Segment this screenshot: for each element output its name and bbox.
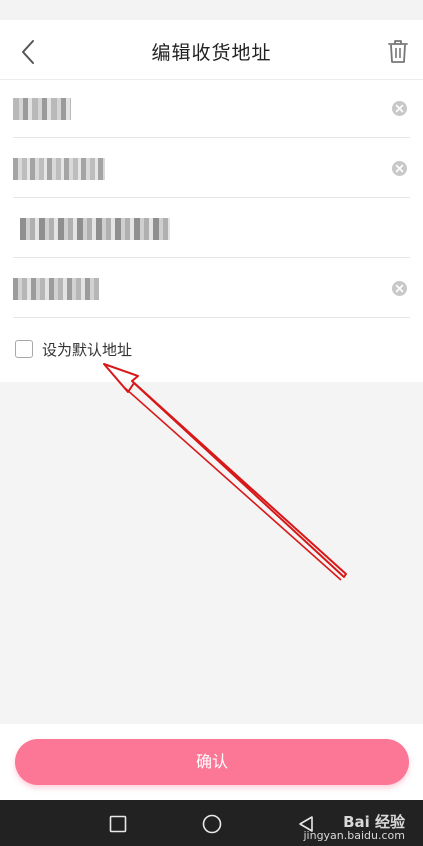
system-navigation-bar: Bai 经验 jingyan.baidu.com [0, 800, 423, 846]
clear-icon [395, 164, 404, 173]
empty-content-area [0, 382, 423, 724]
delete-address-button[interactable] [385, 36, 411, 66]
region-field[interactable] [0, 200, 423, 258]
field-divider [13, 317, 410, 318]
top-bar: 编辑收货地址 [0, 20, 423, 80]
clear-recipient-button[interactable] [392, 101, 407, 116]
field-divider [13, 137, 410, 138]
clear-icon [395, 104, 404, 113]
watermark-url: jingyan.baidu.com [303, 829, 405, 842]
home-button[interactable] [200, 812, 224, 836]
watermark: Bai 经验 jingyan.baidu.com [303, 813, 405, 843]
bottom-action-bar: 确认 [0, 724, 423, 800]
status-bar [0, 0, 423, 20]
circle-icon [202, 814, 222, 834]
redacted-text [13, 98, 71, 120]
field-divider [13, 257, 410, 258]
page-title: 编辑收货地址 [151, 42, 272, 64]
clear-phone-button[interactable] [392, 161, 407, 176]
default-address-row[interactable]: 设为默认地址 [0, 328, 423, 370]
default-address-label[interactable]: 设为默认地址 [42, 339, 132, 360]
recent-apps-button[interactable] [106, 812, 130, 836]
redacted-text [13, 158, 105, 180]
clear-detail-address-button[interactable] [392, 281, 407, 296]
default-address-checkbox[interactable] [15, 340, 33, 358]
watermark-brand: Bai 经验 [343, 813, 405, 831]
trash-icon [388, 40, 408, 63]
recipient-field[interactable] [0, 80, 423, 138]
field-divider [13, 197, 410, 198]
detail-address-field[interactable] [0, 260, 423, 318]
redacted-text [20, 218, 170, 240]
redacted-text [13, 278, 99, 300]
phone-field[interactable] [0, 140, 423, 198]
clear-icon [395, 284, 404, 293]
square-icon [109, 815, 127, 833]
confirm-button[interactable]: 确认 [15, 739, 409, 785]
